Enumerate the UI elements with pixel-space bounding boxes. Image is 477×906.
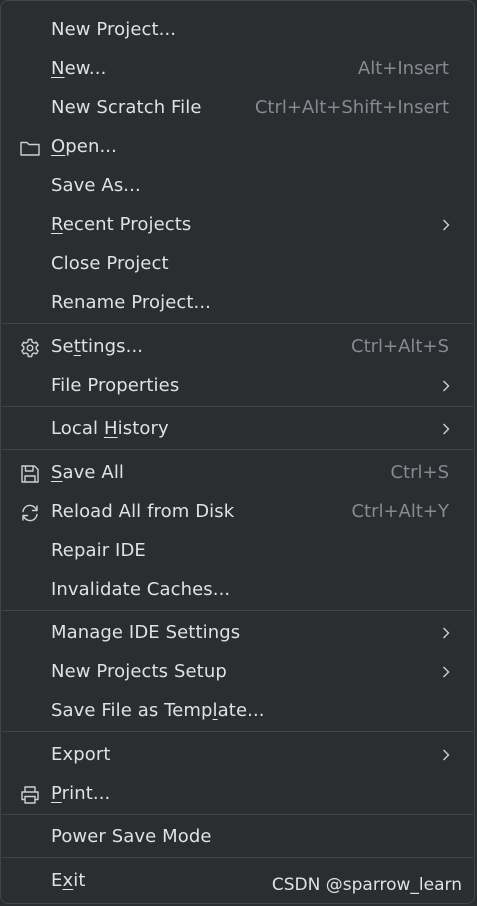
menu-item-shortcut: Ctrl+Alt+S: [351, 336, 449, 357]
menu-item-label: Rename Project...: [51, 292, 211, 313]
menu-item-rename-project[interactable]: Rename Project...: [1, 284, 474, 323]
chevron-right-icon: [440, 625, 452, 641]
watermark-text: CSDN @sparrow_learn: [271, 875, 462, 895]
mnemonic-letter: O: [51, 136, 66, 157]
mnemonic-letter: H: [103, 418, 118, 439]
mnemonic-letter: x: [62, 870, 74, 891]
mnemonic-letter: t: [73, 336, 81, 357]
menu-item-manage-ide-settings[interactable]: Manage IDE Settings: [1, 614, 474, 653]
mnemonic-letter: N: [51, 58, 65, 79]
file-menu: New Project... New... Alt+Insert New Scr…: [0, 0, 475, 904]
menu-item-file-properties[interactable]: File Properties: [1, 367, 474, 406]
menu-item-label: Print...: [51, 783, 111, 804]
menu-item-export[interactable]: Export: [1, 736, 474, 775]
menu-item-invalidate-caches[interactable]: Invalidate Caches...: [1, 571, 474, 610]
printer-icon: [19, 784, 41, 806]
chevron-right-icon: [440, 747, 452, 763]
save-icon: [19, 463, 41, 485]
menu-item-open[interactable]: Open...: [1, 128, 474, 167]
menu-item-label: Power Save Mode: [51, 826, 212, 847]
menu-separator: [2, 610, 473, 611]
menu-item-label: Save File as Template...: [51, 700, 265, 721]
chevron-right-icon: [440, 421, 452, 437]
menu-item-label: Manage IDE Settings: [51, 622, 241, 643]
folder-icon: [19, 137, 41, 159]
mnemonic-letter: P: [51, 783, 62, 804]
menu-separator: [2, 814, 473, 815]
menu-item-settings[interactable]: Settings... Ctrl+Alt+S: [1, 328, 474, 367]
menu-item-label: New Projects Setup: [51, 661, 227, 682]
menu-item-label: Exit: [51, 870, 86, 891]
menu-item-label: Local History: [51, 418, 169, 439]
menu-item-reload-all[interactable]: Reload All from Disk Ctrl+Alt+Y: [1, 493, 474, 532]
chevron-right-icon: [440, 378, 452, 394]
menu-item-shortcut: Ctrl+Alt+Y: [351, 501, 449, 522]
menu-item-recent-projects[interactable]: Recent Projects: [1, 206, 474, 245]
menu-item-save-file-as-template[interactable]: Save File as Template...: [1, 692, 474, 731]
menu-item-label: Reload All from Disk: [51, 501, 235, 522]
menu-item-label: New Scratch File: [51, 97, 202, 118]
menu-item-shortcut: Ctrl+S: [390, 462, 449, 483]
menu-item-power-save-mode[interactable]: Power Save Mode: [1, 818, 474, 857]
menu-separator: [2, 857, 473, 858]
menu-item-new[interactable]: New... Alt+Insert: [1, 50, 474, 89]
menu-item-label: New...: [51, 58, 107, 79]
menu-item-print[interactable]: Print...: [1, 775, 474, 814]
menu-item-label: New Project...: [51, 19, 177, 40]
menu-item-label: Invalidate Caches...: [51, 579, 231, 600]
menu-item-label: Repair IDE: [51, 540, 146, 561]
menu-separator: [2, 323, 473, 324]
menu-separator: [2, 449, 473, 450]
menu-separator: [2, 731, 473, 732]
menu-item-new-projects-setup[interactable]: New Projects Setup: [1, 653, 474, 692]
menu-item-label: Open...: [51, 136, 117, 157]
menu-item-label: Save As...: [51, 175, 141, 196]
menu-item-label: File Properties: [51, 375, 180, 396]
menu-item-save-as[interactable]: Save As...: [1, 167, 474, 206]
menu-item-label: Recent Projects: [51, 214, 192, 235]
mnemonic-letter: R: [51, 214, 63, 235]
menu-item-new-scratch-file[interactable]: New Scratch File Ctrl+Alt+Shift+Insert: [1, 89, 474, 128]
menu-item-label: Export: [51, 744, 111, 765]
menu-item-shortcut: Ctrl+Alt+Shift+Insert: [254, 97, 449, 118]
menu-separator: [2, 406, 473, 407]
chevron-right-icon: [440, 664, 452, 680]
menu-item-close-project[interactable]: Close Project: [1, 245, 474, 284]
menu-item-local-history[interactable]: Local History: [1, 410, 474, 449]
menu-item-shortcut: Alt+Insert: [357, 58, 449, 79]
menu-item-repair-ide[interactable]: Repair IDE: [1, 532, 474, 571]
menu-item-label: Save All: [51, 462, 125, 483]
menu-item-label: Settings...: [51, 336, 144, 357]
menu-item-label: Close Project: [51, 253, 169, 274]
mnemonic-letter: S: [51, 462, 63, 483]
menu-item-save-all[interactable]: Save All Ctrl+S: [1, 454, 474, 493]
chevron-right-icon: [440, 217, 452, 233]
gear-icon: [19, 337, 41, 359]
reload-icon: [19, 502, 41, 524]
menu-item-new-project[interactable]: New Project...: [1, 11, 474, 50]
